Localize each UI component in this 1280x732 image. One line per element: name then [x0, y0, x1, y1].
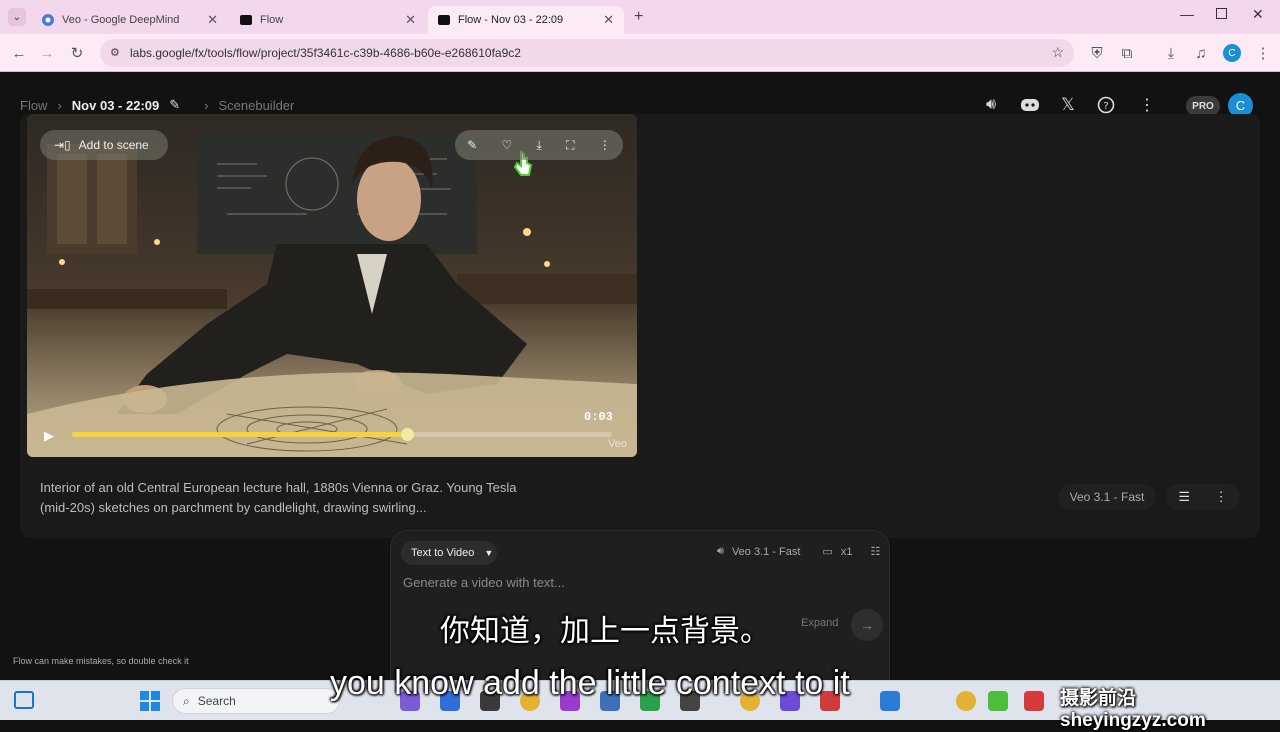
composer-settings: 🔊︎ Veo 3.1 - Fast ▭ x1 ☷: [717, 545, 880, 558]
flow-app: Flow › Nov 03 - 22:09 ✎ › Scenebuilder 🔊…: [0, 72, 1280, 720]
minimize-button[interactable]: —: [1180, 6, 1194, 22]
audio-icon[interactable]: 🔊︎: [717, 545, 724, 558]
veo-watermark: Veo: [608, 438, 627, 450]
video-time: 0:03: [584, 410, 613, 424]
profile-initial: C: [1228, 47, 1236, 59]
svg-text:?: ?: [1103, 101, 1108, 112]
tab-flow[interactable]: Flow ✕: [230, 6, 426, 34]
add-to-scene-icon: ⇥▯: [54, 138, 71, 152]
media-control-icon[interactable]: ♫: [1190, 42, 1212, 64]
close-tab-icon[interactable]: ✕: [405, 12, 416, 28]
edit-pencil-icon[interactable]: ✎: [169, 97, 180, 113]
composer-model-label[interactable]: Veo 3.1 - Fast: [732, 546, 800, 558]
close-window-button[interactable]: ✕: [1252, 6, 1264, 23]
expand-button[interactable]: Expand: [801, 617, 838, 629]
edit-icon[interactable]: ✎: [467, 138, 477, 152]
clip-model-badge: Veo 3.1 - Fast: [1058, 484, 1156, 510]
breadcrumb-flow[interactable]: Flow: [20, 98, 47, 113]
discord-icon[interactable]: [1019, 94, 1041, 116]
app-icon[interactable]: [1024, 691, 1044, 711]
tab-list-button[interactable]: ⌄: [8, 8, 26, 26]
mode-dropdown[interactable]: Text to Video ▼: [401, 541, 497, 565]
add-to-scene-button[interactable]: ⇥▯ Add to scene: [40, 130, 168, 160]
mode-label: Text to Video: [411, 547, 475, 559]
browser-toolbar: ← → ↻ ⚙ labs.google/fx/tools/flow/projec…: [0, 34, 1280, 72]
arrow-right-icon: →: [860, 617, 874, 633]
favorite-heart-icon[interactable]: ♡: [501, 138, 512, 152]
bookmark-star-icon[interactable]: ☆: [1051, 44, 1064, 61]
tab-title: Flow - Nov 03 - 22:09: [458, 14, 564, 26]
reload-button[interactable]: ↻: [66, 42, 88, 64]
breadcrumb-scenebuilder[interactable]: Scenebuilder: [218, 98, 294, 113]
tab-flow-project[interactable]: Flow - Nov 03 - 22:09 ✕: [428, 6, 624, 34]
add-to-scene-label: Add to scene: [78, 138, 149, 152]
windows-start-icon[interactable]: [140, 691, 160, 711]
profile-avatar[interactable]: C: [1223, 44, 1241, 62]
app-icon[interactable]: [880, 691, 900, 711]
chrome-icon[interactable]: [956, 691, 976, 711]
widgets-icon[interactable]: [14, 691, 34, 709]
tab-title: Flow: [260, 14, 284, 26]
extensions-puzzle-icon[interactable]: ⧉: [1116, 42, 1138, 64]
tab-veo-deepmind[interactable]: Veo - Google DeepMind ✕: [32, 6, 228, 34]
more-vert-icon[interactable]: ⋮: [1215, 489, 1228, 505]
close-tab-icon[interactable]: ✕: [207, 12, 218, 28]
tab-title: Veo - Google DeepMind: [62, 14, 180, 26]
chevron-right-icon: ›: [204, 97, 209, 113]
address-bar[interactable]: ⚙ labs.google/fx/tools/flow/project/35f3…: [100, 39, 1074, 67]
clip-prompt-text: Interior of an old Central European lect…: [40, 480, 517, 515]
prompt-input[interactable]: Generate a video with text...: [403, 575, 565, 590]
x-icon[interactable]: 𝕏: [1057, 94, 1079, 116]
taskbar-search[interactable]: ⌕ Search: [172, 688, 340, 714]
project-title: Nov 03 - 22:09: [71, 97, 160, 113]
flow-icon: [240, 15, 252, 25]
send-button[interactable]: →: [851, 609, 883, 641]
extension-shield-icon[interactable]: ⛨: [1086, 42, 1108, 64]
more-vert-icon[interactable]: ⋮: [599, 138, 611, 152]
play-icon[interactable]: ▶: [44, 428, 58, 443]
subtitle-chinese: 你知道，加上一点背景。: [440, 615, 770, 648]
restore-button[interactable]: [1216, 8, 1227, 19]
help-icon[interactable]: ?: [1095, 94, 1117, 116]
chevron-down-icon: ▼: [484, 548, 494, 558]
chevron-right-icon: ›: [57, 97, 62, 113]
flow-icon: [438, 15, 450, 25]
video-progress-fill: [72, 432, 407, 437]
output-count[interactable]: x1: [841, 546, 853, 558]
breadcrumb: Flow › Nov 03 - 22:09 ✎ › Scenebuilder: [20, 97, 294, 113]
video-scrubber[interactable]: [72, 428, 612, 441]
video-watermark: 摄影前沿 sheyingzyz.com: [1060, 688, 1206, 731]
url-text: labs.google/fx/tools/flow/project/35f346…: [130, 46, 521, 60]
speaker-icon[interactable]: 🔊︎: [980, 94, 1002, 116]
download-icon[interactable]: ⤓: [537, 138, 542, 153]
deepmind-icon: [42, 14, 54, 26]
settings-sliders-icon[interactable]: ☷: [870, 545, 880, 558]
disclaimer-text: Flow can make mistakes, so double check …: [13, 656, 189, 666]
back-button[interactable]: ←: [8, 42, 30, 64]
avatar-initial: C: [1235, 98, 1246, 113]
video-frame-image: [27, 134, 637, 457]
search-placeholder: Search: [197, 694, 236, 708]
search-icon: ⌕: [183, 693, 190, 708]
download-icon[interactable]: ⤓: [1160, 42, 1182, 64]
browser-menu-icon[interactable]: ⋮: [1252, 42, 1274, 64]
forward-button[interactable]: →: [36, 42, 58, 64]
pro-badge: PRO: [1186, 96, 1220, 116]
clip-actions: ☰ ⋮: [1166, 484, 1240, 510]
aspect-ratio-icon[interactable]: ▭: [822, 545, 832, 558]
scrubber-handle[interactable]: [400, 428, 414, 441]
browser-tab-bar: ⌄ Veo - Google DeepMind ✕ Flow ✕ Flow - …: [0, 0, 1280, 34]
more-vert-icon[interactable]: ⋮: [1136, 94, 1158, 116]
reuse-prompt-icon[interactable]: ☰: [1178, 489, 1190, 505]
subtitle-english: you know add the little context to it: [330, 664, 850, 702]
video-player[interactable]: [27, 114, 637, 457]
site-info-icon[interactable]: ⚙: [110, 46, 120, 59]
app-icon[interactable]: [988, 691, 1008, 711]
clip-toolbar: ✎ ♡ ⤓ ⛶ ⋮: [455, 130, 623, 160]
fullscreen-icon[interactable]: ⛶: [566, 138, 574, 153]
close-tab-icon[interactable]: ✕: [603, 12, 614, 28]
new-tab-button[interactable]: +: [634, 8, 643, 26]
